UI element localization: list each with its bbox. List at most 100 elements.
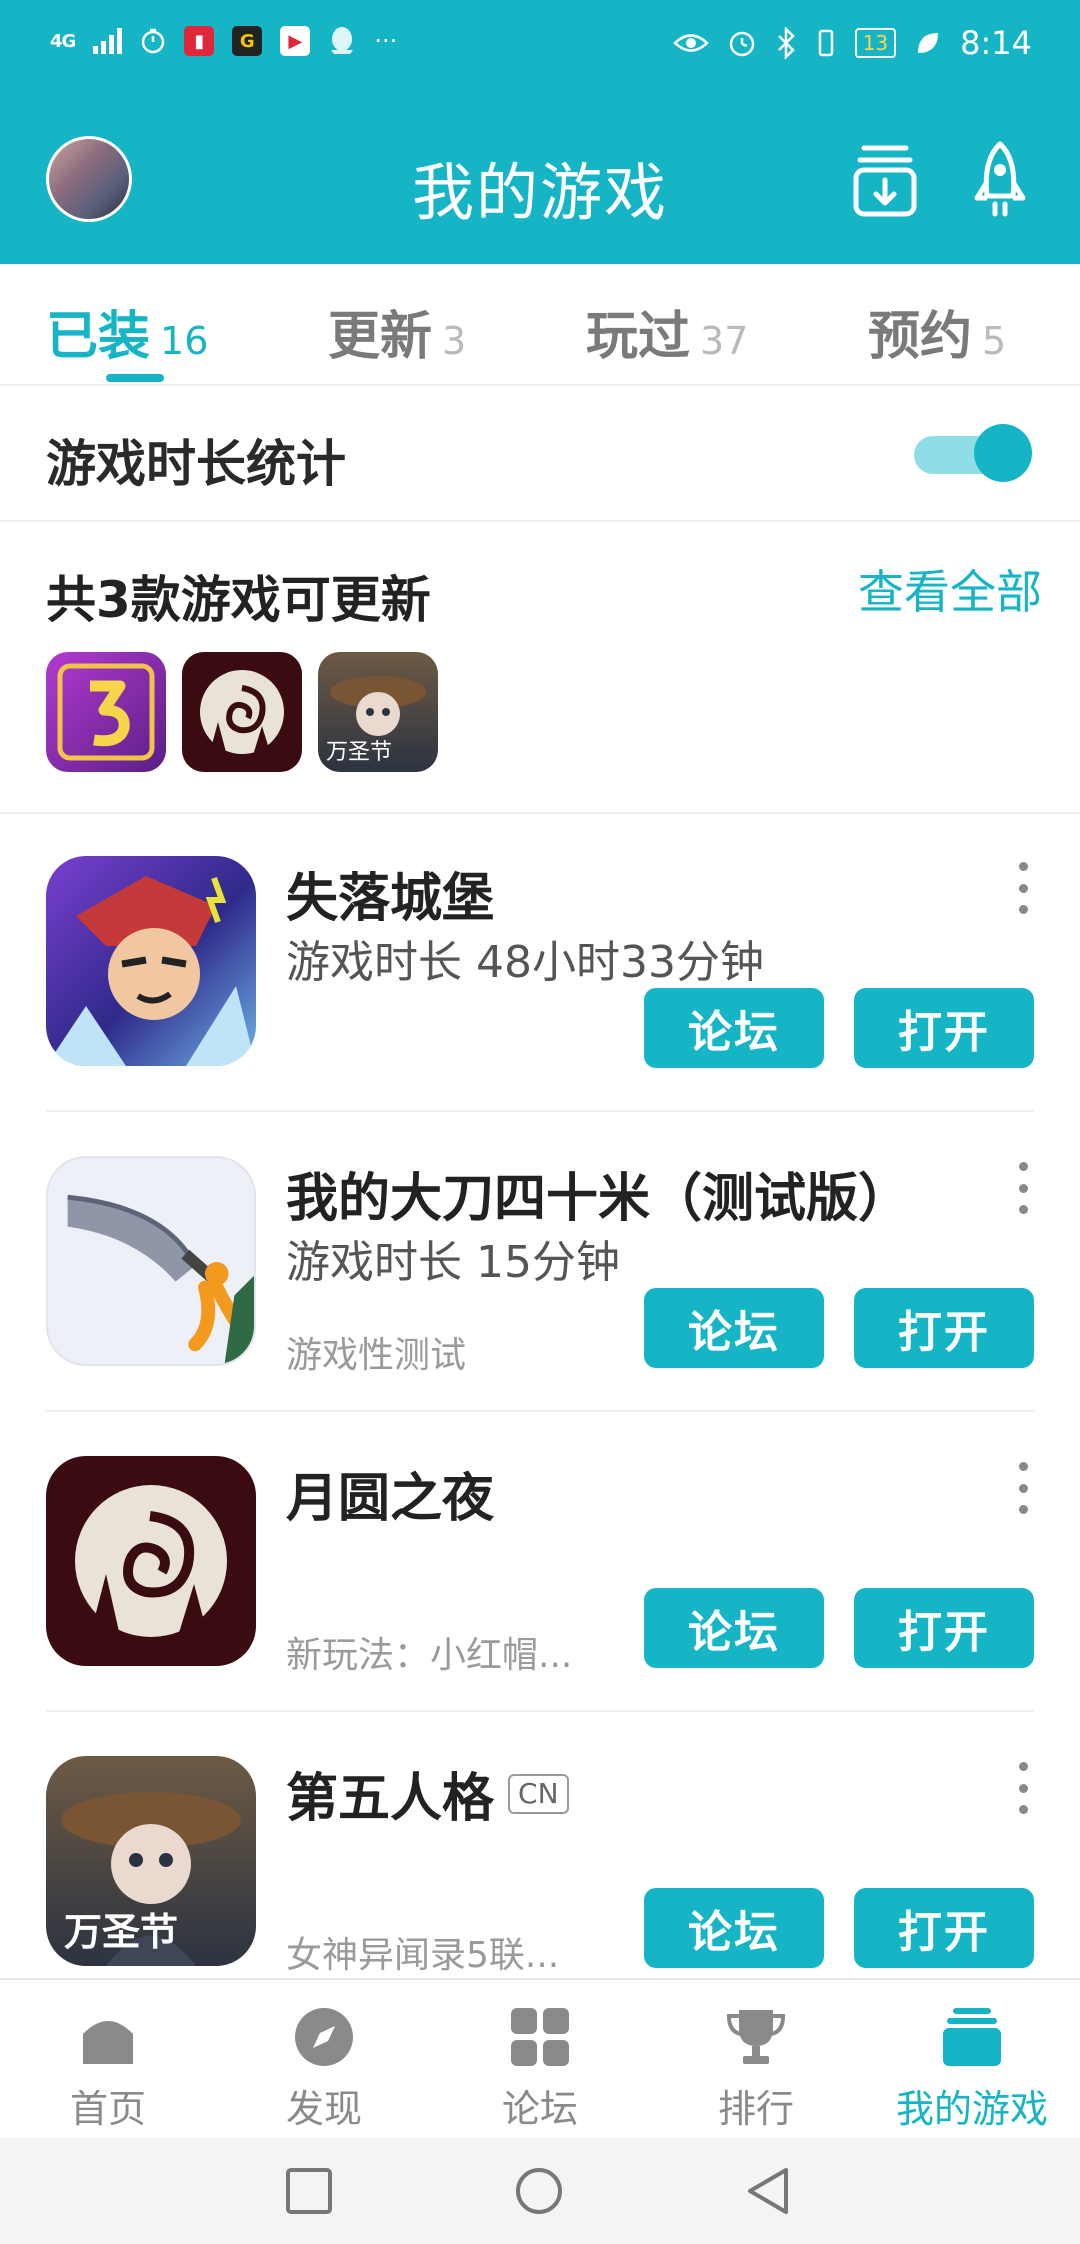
moon-night-art [75,1485,227,1637]
home-button[interactable] [514,2166,564,2216]
moon-night-icon [46,1456,256,1666]
game-item-moon-night[interactable]: 月圆之夜 新玩法：小红帽... 论坛 打开 [0,1412,1080,1712]
home-icon [83,2021,133,2064]
status-right: 13 8:14 [672,24,1032,62]
thumbnail-caption: 万圣节 [326,740,393,765]
alarm-icon [729,31,754,57]
game-item-big-sword[interactable]: 我的大刀四十米（测试版） 游戏时长 15分钟 游戏性测试 论坛 打开 [0,1112,1080,1412]
vibrate-icon [818,29,833,57]
tab-reserved[interactable]: 预约 5 [868,294,1006,369]
bottom-navigation: 首页 发现 论坛 排行 我的游戏 [0,1978,1080,2140]
nav-label: 论坛 [501,2087,578,2131]
tab-count: 5 [982,319,1007,363]
nav-label: 排行 [717,2087,794,2131]
book-app-icon: ▮ [184,26,215,56]
forum-button[interactable]: 论坛 [644,1288,824,1368]
lost-castle-art [46,876,256,1066]
game-name: 第五人格 CN [286,1756,569,1831]
nav-discover[interactable]: 发现 [216,2006,432,2133]
more-status-icon: ··· [374,27,398,55]
app-header: 我的游戏 [0,96,1080,264]
video-app-icon: ▶ [280,26,311,56]
game-note: 新玩法：小红帽... [286,1635,573,1676]
network-type: 4G [50,30,76,52]
tab-count: 3 [442,319,467,363]
nav-my-games[interactable]: 我的游戏 [864,2006,1080,2133]
tab-installed[interactable]: 已装 16 [46,294,208,369]
stack-icon [943,2008,1001,2066]
tab-label: 玩过 [586,307,691,367]
open-button[interactable]: 打开 [854,988,1034,1068]
game-3-thumbnail[interactable] [46,652,166,772]
more-options-icon[interactable] [1016,1762,1030,1814]
nav-label: 首页 [69,2087,146,2131]
playtime-stats-row: 游戏时长统计 [0,386,1080,522]
more-options-icon[interactable] [1016,1462,1030,1514]
status-left: 4G ▮ G ▶ ··· [50,26,397,56]
bluetooth-icon [777,27,795,59]
game-3-art [57,663,155,761]
moon-night-thumbnail[interactable] [182,652,302,772]
signal-icon [93,28,123,54]
game-note: 女神异闻录5联... [286,1935,560,1976]
system-navigation-bar [0,2138,1080,2244]
nav-label: 我的游戏 [895,2087,1048,2131]
open-button[interactable]: 打开 [854,1588,1034,1668]
back-button[interactable] [744,2166,794,2216]
game-item-lost-castle[interactable]: 失落城堡 游戏时长 48小时33分钟 论坛 打开 [0,812,1080,1112]
tab-count: 37 [700,319,749,363]
tab-label: 预约 [868,307,973,367]
game-name: 月圆之夜 [286,1456,494,1531]
g-app-icon: G [232,26,263,56]
nav-ranking[interactable]: 排行 [648,2006,864,2133]
tab-updates[interactable]: 更新 3 [328,294,466,369]
game-title: 第五人格 [286,1769,495,1829]
update-summary: 共3款游戏可更新 查看全部 万圣节 [0,522,1080,814]
big-sword-art [67,1194,254,1364]
nav-forum[interactable]: 论坛 [432,2006,648,2133]
nav-label: 发现 [285,2087,362,2131]
rocket-icon[interactable] [965,138,1035,220]
game-playtime: 游戏时长 15分钟 [286,1237,620,1288]
game-note: 游戏性测试 [286,1335,467,1376]
game-title: 我的大刀四十米（测试版） [286,1169,911,1229]
recents-button[interactable] [284,2166,334,2216]
tab-count: 16 [160,319,209,363]
eye-icon [672,34,709,52]
forum-button[interactable]: 论坛 [644,1888,824,1968]
toggle-knob [974,424,1032,482]
grid-icon [511,2008,569,2066]
tab-label: 更新 [328,307,433,367]
update-summary-title: 共3款游戏可更新 [46,571,431,629]
tab-indicator [106,374,164,382]
leaf-icon [918,33,939,53]
icon-caption: 万圣节 [64,1910,179,1954]
identity-v-icon: 万圣节 [46,1756,256,1966]
identity-v-thumbnail[interactable]: 万圣节 [318,652,438,772]
more-options-icon[interactable] [1016,862,1030,914]
game-name: 我的大刀四十米（测试版） [286,1156,910,1231]
trophy-icon [726,2010,786,2064]
game-name: 失落城堡 [286,856,494,931]
game-item-identity-v[interactable]: 万圣节 第五人格 CN 女神异闻录5联... 论坛 打开 [0,1712,1080,2012]
download-icon[interactable] [850,138,920,220]
open-button[interactable]: 打开 [854,1288,1034,1368]
game-title: 失落城堡 [286,869,495,929]
tab-played[interactable]: 玩过 37 [586,294,748,369]
status-time: 8:14 [960,24,1032,62]
game-playtime: 游戏时长 48小时33分钟 [286,937,764,988]
open-button[interactable]: 打开 [854,1888,1034,1968]
compass-icon [295,2008,353,2066]
nav-home[interactable]: 首页 [0,2006,216,2133]
battery-icon: 13 [854,28,897,58]
big-sword-icon [46,1156,256,1366]
playtime-stats-toggle[interactable] [914,424,1032,482]
forum-button[interactable]: 论坛 [644,1588,824,1668]
view-all-link[interactable]: 查看全部 [858,556,1042,622]
more-options-icon[interactable] [1016,1162,1030,1214]
region-badge: CN [508,1773,569,1814]
game-tabs: 已装 16 更新 3 玩过 37 预约 5 [0,264,1080,386]
status-bar: 4G ▮ G ▶ ··· 13 8:14 [0,0,1080,96]
qq-app-icon [331,27,354,54]
forum-button[interactable]: 论坛 [644,988,824,1068]
